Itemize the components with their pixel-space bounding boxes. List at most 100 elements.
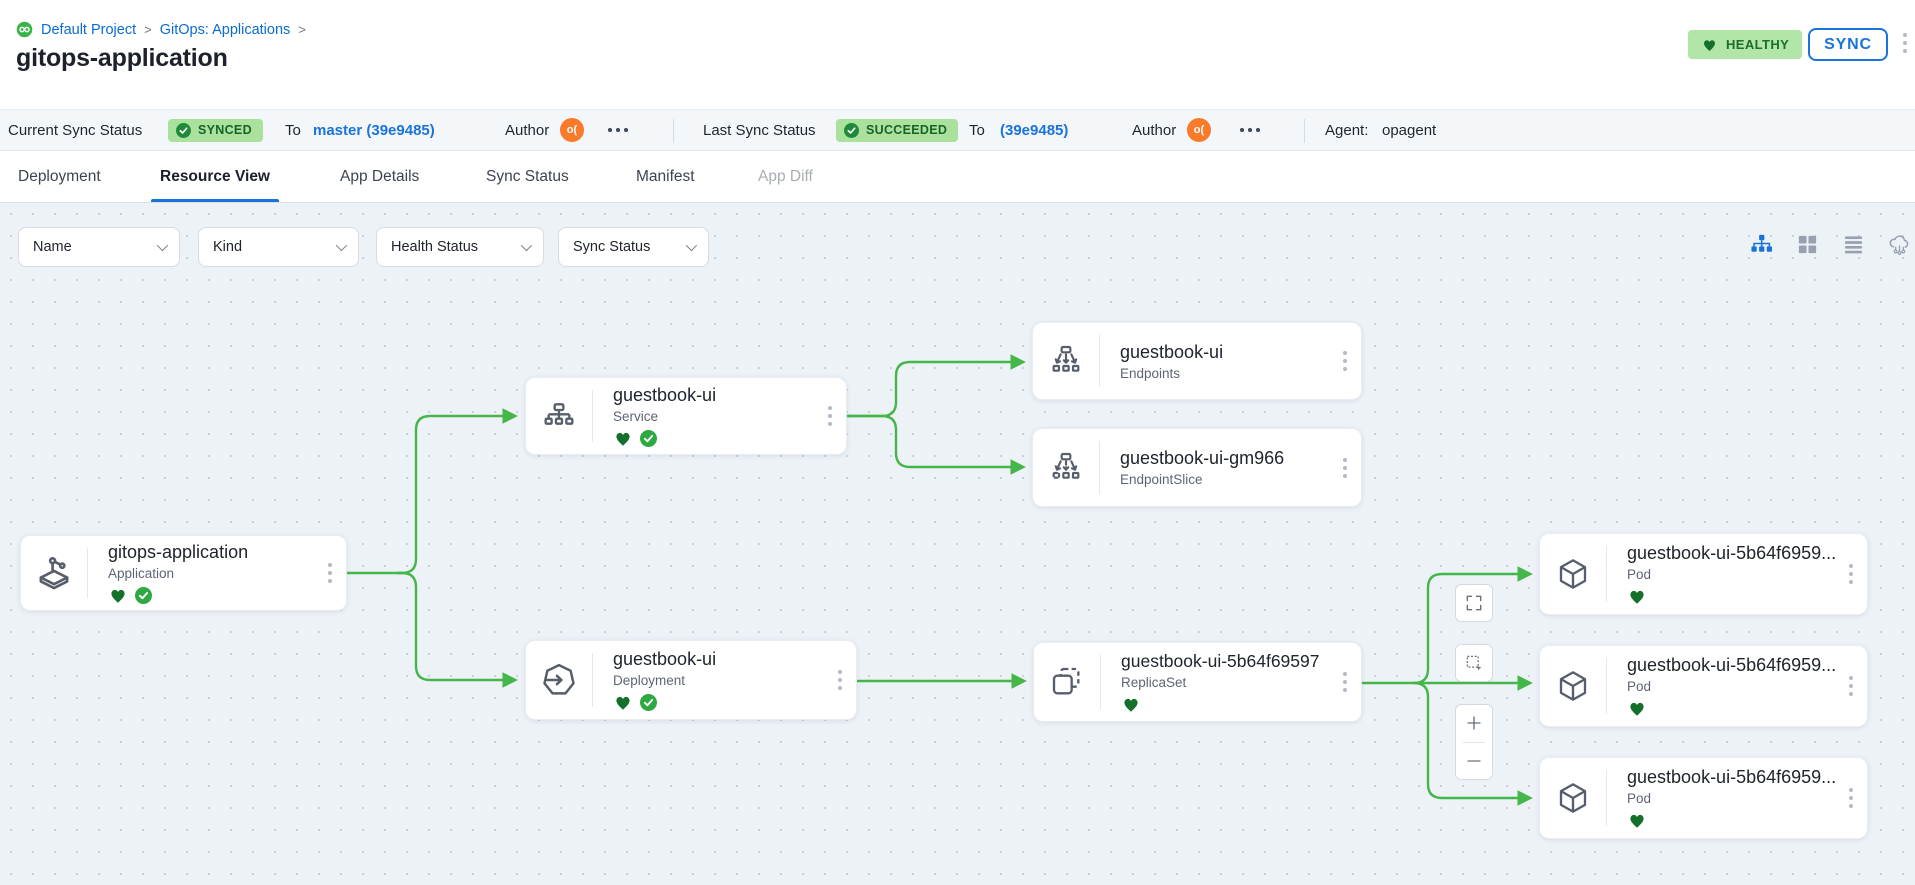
agent-value: opagent [1382,110,1436,150]
last-to-label: To [969,110,985,150]
resource-node-pod-3[interactable]: guestbook-ui-5b64f6959... Pod [1539,757,1868,839]
header-more-menu-button[interactable] [1903,33,1907,53]
healthy-heart-icon [108,586,128,604]
resource-node-replicaset[interactable]: guestbook-ui-5b64f69597 ReplicaSet [1033,642,1362,722]
breadcrumb-project-link[interactable]: Default Project [41,22,136,38]
agent-label: Agent: [1325,110,1368,150]
sync-button[interactable]: SYNC [1808,28,1888,61]
page-title: gitops-application [16,44,228,73]
node-name: guestbook-ui [1120,342,1321,363]
commit-more-menu-button[interactable] [608,110,628,150]
plus-icon [1465,714,1483,732]
resource-node-pod-2[interactable]: guestbook-ui-5b64f6959... Pod [1539,645,1868,727]
healthy-heart-icon [613,693,633,711]
filter-sync-status-dropdown[interactable]: Sync Status [558,227,709,267]
page-header: Default Project > GitOps: Applications >… [0,0,1915,109]
zoom-controls [1455,704,1493,780]
pod-icon [1540,778,1606,818]
fit-view-button[interactable] [1455,584,1493,622]
breadcrumb-section-link[interactable]: GitOps: Applications [160,22,291,38]
node-menu-button[interactable] [328,563,332,583]
node-name: guestbook-ui-5b64f6959... [1627,767,1827,788]
divider [1304,119,1305,143]
node-kind: Pod [1627,567,1827,582]
last-sync-status-badge: SUCCEEDED [836,110,958,150]
resource-node-application[interactable]: gitops-application Application [20,535,347,611]
selection-box-icon [1464,653,1484,673]
commit-more-menu-button[interactable] [1240,110,1260,150]
node-menu-button[interactable] [1849,676,1853,696]
healthy-heart-icon [1627,699,1647,717]
tab-manifest[interactable]: Manifest [636,151,695,202]
gitops-application-screen: Default Project > GitOps: Applications >… [0,0,1915,885]
node-kind: Application [108,566,306,581]
tab-deployment[interactable]: Deployment [18,151,101,202]
filter-name-dropdown[interactable]: Name [18,227,180,267]
gitops-logo-icon [16,21,33,38]
node-kind: Service [613,409,806,424]
marquee-select-button[interactable] [1455,644,1493,682]
grid-view-icon[interactable] [1796,233,1819,256]
endpoints-icon [1033,341,1099,381]
filter-kind-dropdown[interactable]: Kind [198,227,359,267]
node-kind: ReplicaSet [1121,675,1321,690]
expand-icon [1464,593,1484,613]
zoom-out-button[interactable] [1465,742,1483,779]
node-kind: EndpointSlice [1120,472,1321,487]
breadcrumb: Default Project > GitOps: Applications > [16,21,306,38]
author-avatar: o( [1187,110,1211,150]
resource-node-deployment[interactable]: guestbook-ui Deployment [525,640,857,720]
node-menu-button[interactable] [1343,351,1347,371]
current-sync-status-badge: SYNCED [168,110,263,150]
current-to-label: To [285,110,301,150]
resource-node-endpointslice[interactable]: guestbook-ui-gm966 EndpointSlice [1032,428,1362,507]
list-view-icon[interactable] [1842,233,1865,256]
deployment-icon [526,659,592,701]
synced-check-icon [135,587,152,604]
resource-node-service[interactable]: guestbook-ui Service [525,377,847,455]
tab-app-details[interactable]: App Details [340,151,419,202]
node-menu-button[interactable] [1343,458,1347,478]
chevron-down-icon [336,240,347,251]
node-kind: Pod [1627,679,1827,694]
resource-tree-canvas[interactable]: Name Kind Health Status Sync Status [0,203,1915,885]
node-menu-button[interactable] [1849,788,1853,808]
synced-check-icon [640,694,657,711]
pod-icon [1540,666,1606,706]
zoom-in-button[interactable] [1465,705,1483,742]
node-kind: Deployment [613,673,816,688]
tab-resource-view[interactable]: Resource View [160,151,270,202]
minus-icon [1465,752,1483,770]
author-label: Author [1132,110,1176,150]
node-menu-button[interactable] [838,670,842,690]
chevron-down-icon [157,240,168,251]
node-name: guestbook-ui-gm966 [1120,448,1321,469]
filter-health-status-dropdown[interactable]: Health Status [376,227,544,267]
healthy-heart-icon [1627,811,1647,829]
last-target-revision-link[interactable]: (39e9485) [1000,110,1068,150]
healthy-heart-icon [1121,695,1141,713]
replicaset-icon [1034,662,1100,702]
pod-icon [1540,554,1606,594]
node-name: guestbook-ui [613,649,816,670]
resource-node-endpoints[interactable]: guestbook-ui Endpoints [1032,322,1362,400]
node-menu-button[interactable] [828,406,832,426]
author-avatar: o( [560,110,584,150]
sync-status-bar: Current Sync Status SYNCED To master (39… [0,109,1915,151]
node-menu-button[interactable] [1849,564,1853,584]
node-name: guestbook-ui [613,385,806,406]
cloud-network-view-icon[interactable] [1888,233,1911,256]
tab-app-diff[interactable]: App Diff [758,151,813,202]
current-target-revision-link[interactable]: master (39e9485) [313,110,435,150]
author-label: Author [505,110,549,150]
view-toggle-group [1750,233,1911,256]
chevron-down-icon [521,240,532,251]
node-menu-button[interactable] [1343,672,1347,692]
tab-sync-status[interactable]: Sync Status [486,151,569,202]
resource-node-pod-1[interactable]: guestbook-ui-5b64f6959... Pod [1539,533,1868,615]
tree-view-icon[interactable] [1750,233,1773,256]
node-kind: Endpoints [1120,366,1321,381]
heart-icon [1701,37,1718,52]
node-name: guestbook-ui-5b64f69597 [1121,651,1321,672]
breadcrumb-separator: > [144,22,152,37]
